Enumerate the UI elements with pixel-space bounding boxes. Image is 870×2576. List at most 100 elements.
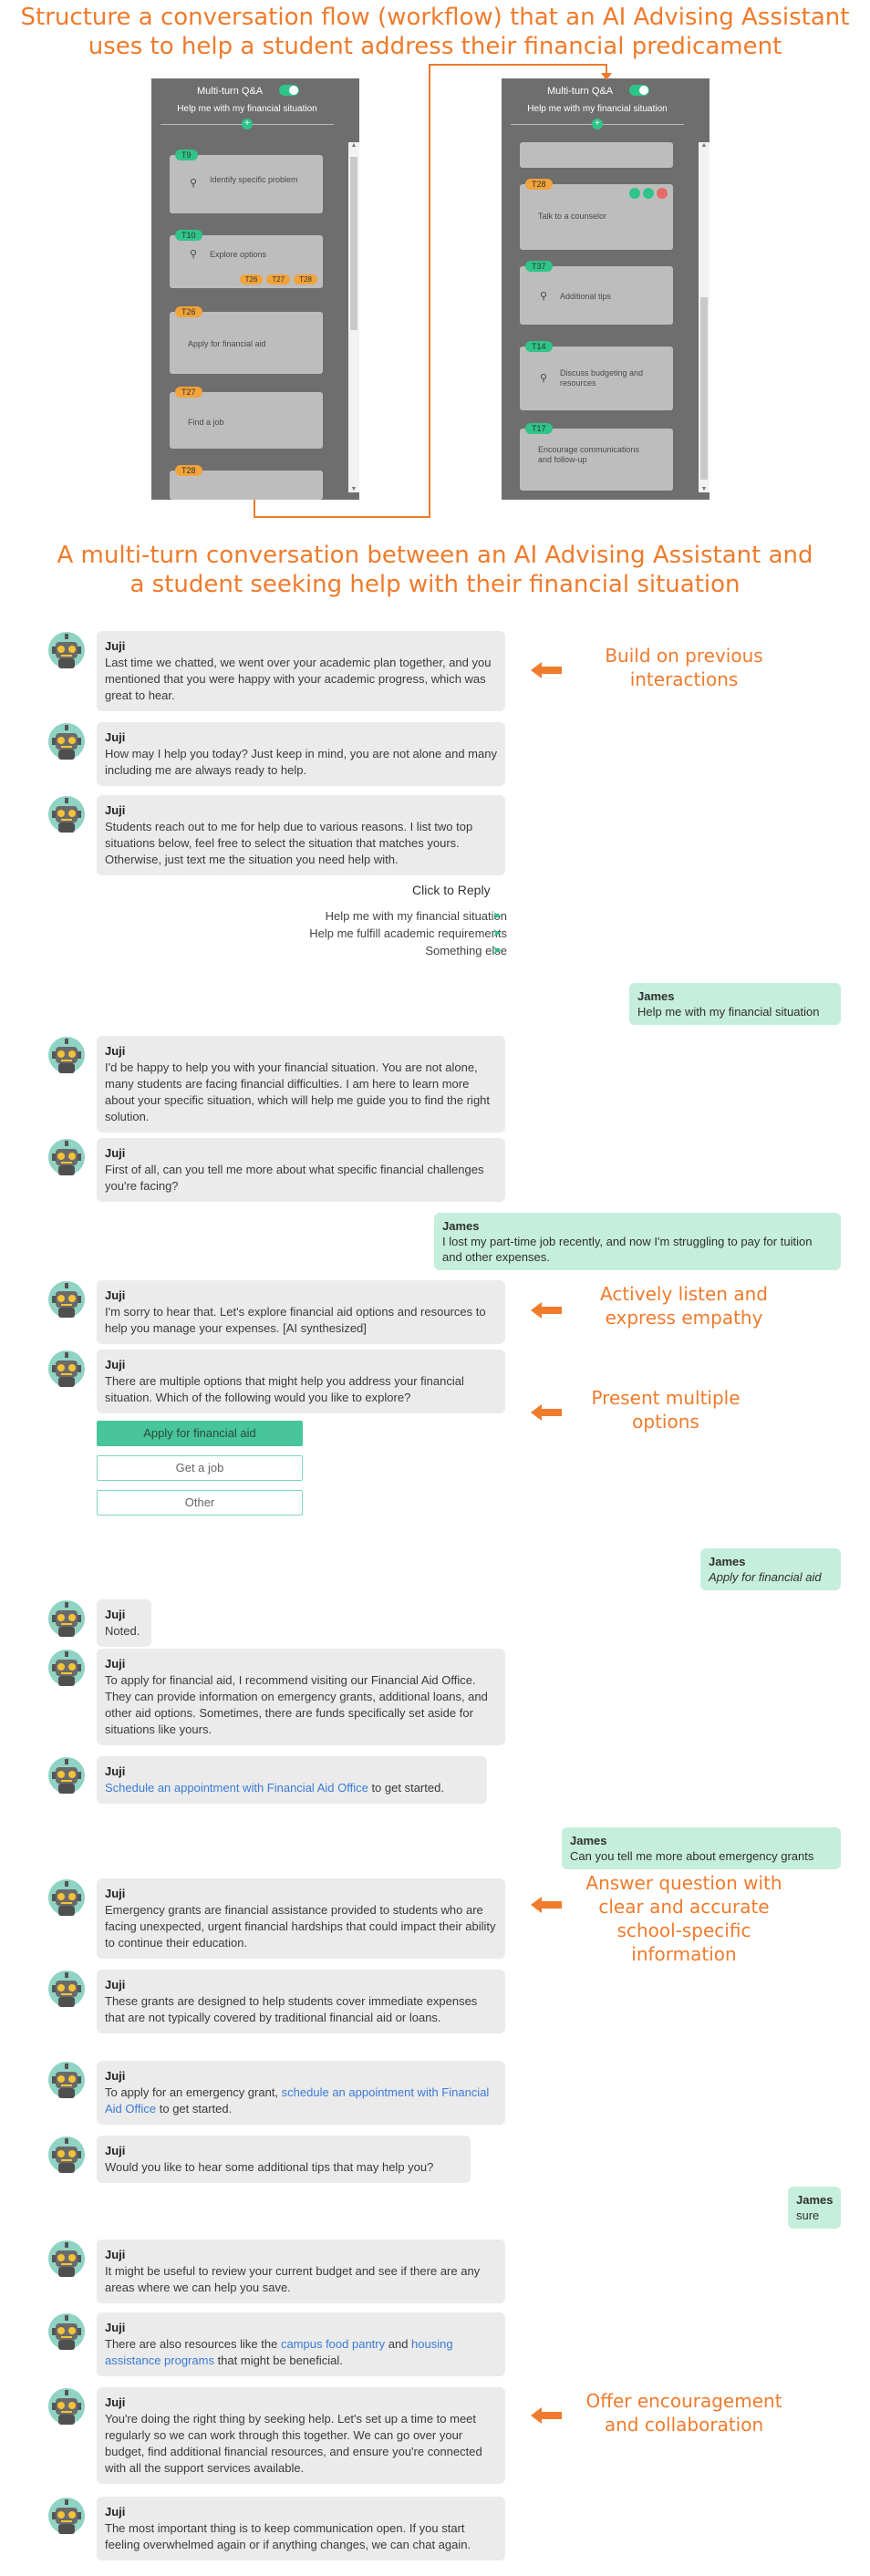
scroll-down-icon[interactable]: ▼ <box>699 486 709 492</box>
option-apply-financial-aid-button[interactable]: Apply for financial aid <box>97 1421 303 1446</box>
message-text: First of all, can you tell me more about… <box>105 1163 484 1193</box>
copy-icon[interactable] <box>643 188 654 199</box>
bot-avatar <box>47 1036 86 1074</box>
workflow-card-t27[interactable]: T27 Find a job <box>170 387 323 449</box>
click-to-reply-label: Click to Reply <box>412 883 491 897</box>
annotation-arrow-icon <box>531 662 562 678</box>
annotation-accurate-info: Answer question with clear and accurate … <box>585 1872 782 1965</box>
workflow-card-t28[interactable]: T28 Talk to a counselor <box>520 179 673 250</box>
scroll-up-icon[interactable]: ▲ <box>348 142 359 149</box>
scrollbar[interactable]: ▲ ▼ <box>699 142 709 492</box>
sender-name: Juji <box>105 639 126 653</box>
bot-avatar <box>47 2387 86 2426</box>
annotation-arrow-icon <box>531 2407 562 2424</box>
scrollbar[interactable]: ▲ ▼ <box>348 142 359 492</box>
appointment-link[interactable]: Schedule an appointment with Financial A… <box>105 1781 368 1795</box>
card-tag: T10 <box>175 230 202 241</box>
bot-message: Juji There are also resources like the ca… <box>97 2312 505 2376</box>
message-text: that might be beneficial. <box>213 2354 343 2367</box>
bot-avatar <box>47 722 86 760</box>
card-tag: T37 <box>525 261 553 272</box>
card-text: Apply for financial aid <box>188 339 266 348</box>
scroll-down-icon[interactable]: ▼ <box>348 486 359 492</box>
annotation-arrow-icon <box>531 1302 562 1319</box>
message-text: Students reach out to me for help due to… <box>105 820 473 866</box>
user-message: James Apply for financial aid <box>700 1548 841 1590</box>
bot-message: Juji To apply for financial aid, I recomm… <box>97 1649 505 1745</box>
card-text: Discuss budgeting and resources <box>560 368 644 388</box>
workflow-card-t9[interactable]: T9 ⚲ Identify specific problem <box>170 150 323 213</box>
branch-tag[interactable]: T27 <box>266 274 291 284</box>
message-text: There are multiple options that might he… <box>105 1374 464 1404</box>
workflow-card-t17[interactable]: T17 Encourage communications and follow-… <box>520 423 673 491</box>
message-text: sure <box>796 2209 820 2222</box>
workflow-card-t14[interactable]: T14 ⚲ Discuss budgeting and resources <box>520 341 673 410</box>
quick-reply-option[interactable]: Help me fulfill academic requirements <box>309 926 507 940</box>
add-icon[interactable]: + <box>242 119 253 129</box>
sender-name: James <box>637 989 675 1003</box>
message-text: To apply for an emergency grant, <box>105 2085 282 2099</box>
food-pantry-link[interactable]: campus food pantry <box>281 2337 385 2351</box>
message-text: Last time we chatted, we went over your … <box>105 656 492 702</box>
sender-name: Juji <box>105 2395 126 2409</box>
scroll-up-icon[interactable]: ▲ <box>699 142 709 149</box>
bot-message: Juji I'm sorry to hear that. Let's explor… <box>97 1280 505 1344</box>
headline-conversation: A multi-turn conversation between an AI … <box>57 542 813 598</box>
annotation-build-on-previous: Build on previous interactions <box>605 645 763 690</box>
workflow-card-partial[interactable] <box>520 142 673 168</box>
scrollbar-thumb[interactable] <box>700 297 708 480</box>
connector-line <box>254 500 255 518</box>
card-tag: T17 <box>525 423 553 434</box>
bot-message: Juji Emergency grants are financial assis… <box>97 1878 505 1959</box>
bot-avatar <box>47 2497 86 2535</box>
bot-message: Juji To apply for an emergency grant, sch… <box>97 2061 505 2125</box>
edit-icon[interactable] <box>629 188 640 199</box>
scrollbar-thumb[interactable] <box>350 157 357 330</box>
delete-icon[interactable] <box>657 188 668 199</box>
sender-name: Juji <box>105 1978 126 1991</box>
workflow-card-t37[interactable]: T37 ⚲ Additional tips <box>520 261 673 325</box>
bot-avatar <box>47 1350 86 1388</box>
card-text: Additional tips <box>560 292 612 301</box>
bot-avatar <box>47 2312 86 2351</box>
card-tag: T28 <box>175 465 202 476</box>
option-other-button[interactable]: Other <box>97 1490 303 1516</box>
message-text: It might be useful to review your curren… <box>105 2264 481 2294</box>
option-get-job-button[interactable]: Get a job <box>97 1455 303 1481</box>
bot-avatar <box>47 1138 86 1176</box>
arrow-right-icon: ➤ <box>492 926 502 939</box>
panel-title: Multi-turn Q&A <box>547 86 614 97</box>
quick-reply-option[interactable]: Help me with my financial situation <box>326 909 507 923</box>
card-tag: T14 <box>525 341 553 352</box>
add-icon[interactable]: + <box>592 119 603 129</box>
bot-message: Juji You're doing the right thing by seek… <box>97 2387 505 2484</box>
bot-message: Juji I'd be happy to help you with your f… <box>97 1036 505 1133</box>
message-text: Help me with my financial situation <box>637 1005 820 1019</box>
message-text: I'd be happy to help you with your finan… <box>105 1060 491 1123</box>
user-message: James Can you tell me more about emergenc… <box>562 1827 841 1869</box>
message-text: Noted. <box>105 1624 140 1638</box>
message-text: To apply for financial aid, I recommend … <box>105 1673 488 1736</box>
chat-icon: ⚲ <box>540 291 548 302</box>
bot-message: Juji There are multiple options that migh… <box>97 1350 505 1413</box>
sender-name: Juji <box>105 2144 126 2157</box>
workflow-card-t26[interactable]: T26 Apply for financial aid <box>170 306 323 374</box>
workflow-card-t10[interactable]: T10 ⚲ Explore options T26 T27 T28 <box>170 230 323 288</box>
message-text: Would you like to hear some additional t… <box>105 2160 434 2174</box>
sender-name: James <box>442 1219 480 1233</box>
branch-tag[interactable]: T28 <box>294 274 317 284</box>
connector-line <box>429 64 430 518</box>
annotation-listen-empathy: Actively listen and express empathy <box>600 1283 768 1329</box>
headline-workflow: Structure a conversation flow (workflow)… <box>20 4 850 60</box>
panel-subtitle: Help me with my financial situation <box>527 104 668 114</box>
branch-tag[interactable]: T26 <box>239 274 264 284</box>
bot-avatar <box>47 1599 86 1638</box>
sender-name: Juji <box>105 1608 126 1621</box>
multi-turn-toggle[interactable] <box>629 85 649 96</box>
workflow-card-t28[interactable]: T28 <box>170 465 323 500</box>
multi-turn-toggle[interactable] <box>279 85 299 96</box>
user-message: James I lost my part-time job recently, a… <box>434 1213 841 1270</box>
annotation-multiple-options: Present multiple options <box>591 1387 741 1433</box>
card-tag: T26 <box>175 306 202 317</box>
arrow-right-icon: ➤ <box>492 944 502 957</box>
